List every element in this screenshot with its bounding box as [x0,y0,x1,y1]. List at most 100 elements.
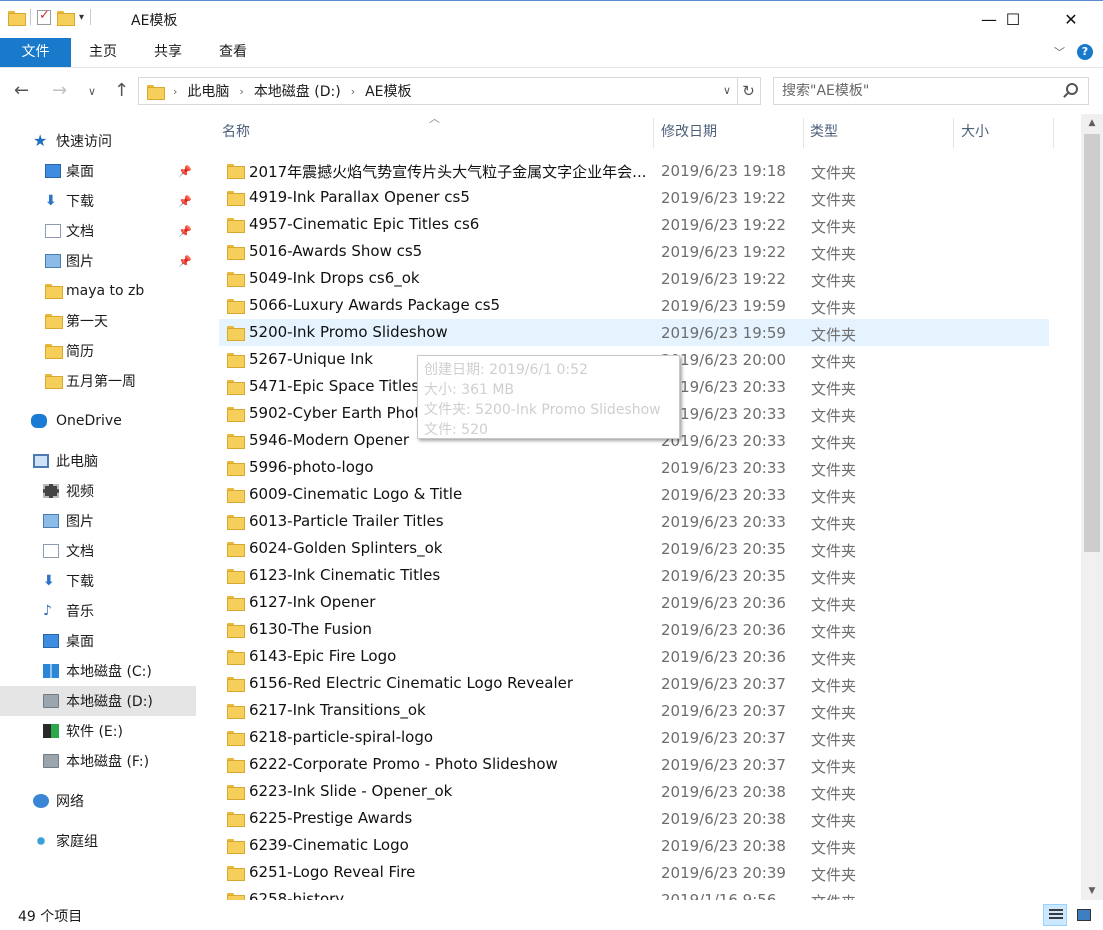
tab-file[interactable]: 文件 [0,38,71,67]
sidebar-item-pc[interactable]: 本地磁盘 (C:) [0,656,196,686]
table-row[interactable]: 5016-Awards Show cs5 2019/6/23 19:22 文件夹 [219,238,1049,265]
table-row[interactable]: 6024-Golden Splinters_ok 2019/6/23 20:35 文… [219,535,1049,562]
column-divider[interactable] [953,118,954,148]
customize-toolbar-icon[interactable]: ▾ [79,12,84,23]
table-row[interactable]: 6013-Particle Trailer Titles 2019/6/23 20… [219,508,1049,535]
details-view-button[interactable] [1043,904,1067,926]
sidebar-item-network[interactable]: 网络 [0,786,196,816]
new-folder-icon[interactable] [57,10,75,26]
search-input[interactable] [774,78,1054,104]
sidebar-item-quick[interactable]: 五月第一周 [0,366,196,396]
table-row[interactable]: 6130-The Fusion 2019/6/23 20:36 文件夹 [219,616,1049,643]
table-row[interactable]: 4919-Ink Parallax Opener cs5 2019/6/23 19… [219,184,1049,211]
address-dropdown-icon[interactable]: ∨ [723,84,731,97]
scroll-down-icon[interactable]: ▼ [1081,882,1103,900]
help-icon[interactable]: ? [1077,44,1093,60]
tab-view[interactable]: 查看 [210,38,256,67]
file-type: 文件夹 [811,731,857,749]
tab-share[interactable]: 共享 [145,38,191,67]
file-name: 6251-Logo Reveal Fire [249,863,416,881]
column-header-size[interactable]: 大小 [961,114,989,152]
table-row[interactable]: 5996-photo-logo 2019/6/23 20:33 文件夹 [219,454,1049,481]
up-arrow-icon[interactable]: ↑ [114,80,129,101]
sidebar-item-quick[interactable]: 桌面 📌 [0,156,196,186]
sidebar-item-quick[interactable]: 文档 📌 [0,216,196,246]
column-header-name[interactable]: 名称 [222,114,250,152]
table-row[interactable]: 5066-Luxury Awards Package cs5 2019/6/23 … [219,292,1049,319]
tab-home[interactable]: 主页 [80,38,126,67]
column-divider[interactable] [803,118,804,148]
folder-icon [45,344,63,359]
sidebar-item-quick[interactable]: 图片 📌 [0,246,196,276]
sidebar-item-quick[interactable]: 简历 [0,336,196,366]
chevron-right-icon[interactable]: › [239,85,243,98]
breadcrumb-item[interactable]: AE模板 [365,81,411,101]
table-row[interactable]: 5049-Ink Drops cs6_ok 2019/6/23 19:22 文件夹 [219,265,1049,292]
search-icon[interactable] [1066,83,1078,95]
table-row[interactable]: 6123-Ink Cinematic Titles 2019/6/23 20:35… [219,562,1049,589]
sidebar-item-pc[interactable]: 本地磁盘 (F:) [0,746,196,776]
column-header-date[interactable]: 修改日期 [661,114,717,152]
sidebar-item-pc[interactable]: ♪ 音乐 [0,596,196,626]
table-row[interactable]: 6156-Red Electric Cinematic Logo Reveale… [219,670,1049,697]
breadcrumb-item[interactable]: 本地磁盘 (D:) [254,81,341,101]
sidebar-item-pc[interactable]: 本地磁盘 (D:) [0,686,196,716]
table-row[interactable]: 6225-Prestige Awards 2019/6/23 20:38 文件夹 [219,805,1049,832]
table-row[interactable]: 6143-Epic Fire Logo 2019/6/23 20:36 文件夹 [219,643,1049,670]
sidebar-item-quick[interactable]: 第一天 [0,306,196,336]
chevron-right-icon[interactable]: › [351,85,355,98]
properties-icon[interactable] [37,8,51,25]
recent-locations-icon[interactable]: ∨ [88,85,96,98]
sidebar-item-pc[interactable]: ⬇ 下载 [0,566,196,596]
sidebar-item-pc[interactable]: 文档 [0,536,196,566]
table-row[interactable]: 6251-Logo Reveal Fire 2019/6/23 20:39 文件夹 [219,859,1049,886]
table-row[interactable]: 6218-particle-spiral-logo 2019/6/23 20:37… [219,724,1049,751]
file-name: 4919-Ink Parallax Opener cs5 [249,188,470,206]
maximize-button[interactable]: ☐ [990,1,1036,38]
sidebar-item-pc[interactable]: 桌面 [0,626,196,656]
chevron-right-icon[interactable]: › [173,85,177,98]
sidebar-item-onedrive[interactable]: OneDrive [0,406,196,436]
sidebar-item-quick[interactable]: maya to zb [0,276,196,306]
address-bar[interactable]: › 此电脑 › 本地磁盘 (D:) › AE模板 ∨ [138,77,738,105]
sidebar-item-pc[interactable]: 图片 [0,506,196,536]
back-arrow-icon[interactable]: ← [14,80,29,101]
window-title: AE模板 [131,13,178,29]
scroll-thumb[interactable] [1084,134,1100,552]
close-button[interactable]: ✕ [1048,1,1094,38]
tooltip-files: 文件: 520 [424,422,488,438]
sidebar-item-pc[interactable]: 视频 [0,476,196,506]
table-row[interactable]: 6127-Ink Opener 2019/6/23 20:36 文件夹 [219,589,1049,616]
refresh-button[interactable]: ↻ [737,77,761,105]
folder-icon [227,596,245,611]
table-row[interactable]: 5200-Ink Promo Slideshow 2019/6/23 19:59 文… [219,319,1049,346]
large-icons-view-button[interactable] [1071,904,1095,926]
table-row[interactable]: 6222-Corporate Promo - Photo Slideshow 20… [219,751,1049,778]
column-divider[interactable] [1053,118,1054,148]
sidebar-item-homegroup[interactable]: 家庭组 [0,826,196,856]
breadcrumb-item[interactable]: 此电脑 [187,81,229,101]
table-row[interactable]: 6258-history 2019/1/16 9:56 文件夹 [219,886,1049,900]
table-row[interactable]: 4957-Cinematic Epic Titles cs6 2019/6/23 … [219,211,1049,238]
pin-icon[interactable]: 📌 [178,165,192,178]
vertical-scrollbar[interactable]: ▲ ▼ [1081,114,1103,900]
table-row[interactable]: 6223-Ink Slide - Opener_ok 2019/6/23 20:3… [219,778,1049,805]
table-row[interactable]: 6239-Cinematic Logo 2019/6/23 20:38 文件夹 [219,832,1049,859]
pin-icon[interactable]: 📌 [178,255,192,268]
table-row[interactable]: 6217-Ink Transitions_ok 2019/6/23 20:37 文件… [219,697,1049,724]
column-header-type[interactable]: 类型 [810,114,838,152]
column-divider[interactable] [653,118,654,148]
sidebar-item-quick[interactable]: ⬇ 下载 📌 [0,186,196,216]
sidebar-item-pc[interactable]: 软件 (E:) [0,716,196,746]
expand-ribbon-icon[interactable]: ﹀ [1054,44,1065,60]
sidebar-item-quick-access[interactable]: ★ 快速访问 [0,126,196,156]
pin-icon[interactable]: 📌 [178,195,192,208]
folder-icon [227,704,245,719]
forward-arrow-icon[interactable]: → [52,80,67,101]
file-type: 文件夹 [811,758,857,776]
table-row[interactable]: 6009-Cinematic Logo & Title 2019/6/23 20:… [219,481,1049,508]
scroll-up-icon[interactable]: ▲ [1081,114,1103,132]
sidebar-item-this-pc[interactable]: 此电脑 [0,446,196,476]
table-row[interactable]: 2017年震撼火焰气势宣传片头大气粒子金属文字企业年会... 2019/6/23 … [219,157,1049,184]
pin-icon[interactable]: 📌 [178,225,192,238]
